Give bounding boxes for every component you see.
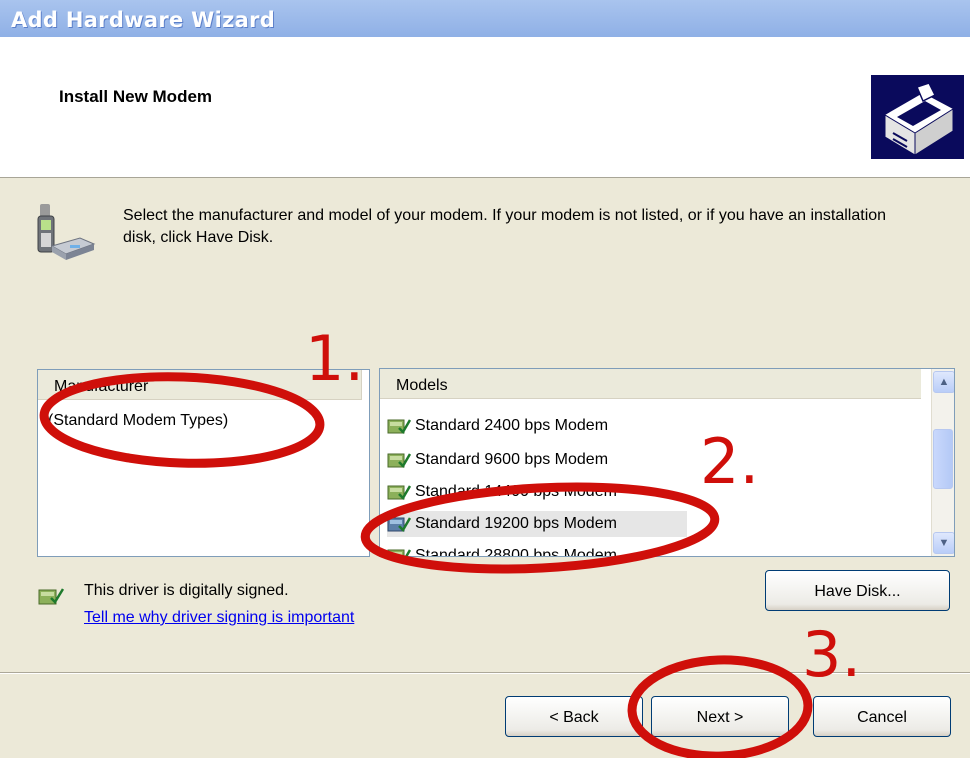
wizard-header: Install New Modem — [0, 37, 970, 178]
instructions-text: Select the manufacturer and model of you… — [123, 207, 887, 246]
manufacturer-item[interactable]: (Standard Modem Types) — [48, 412, 228, 430]
window-title: Add Hardware Wizard — [11, 8, 276, 32]
driver-signing-link[interactable]: Tell me why driver signing is important — [84, 609, 354, 627]
cancel-button[interactable]: Cancel — [813, 696, 951, 737]
manufacturer-list[interactable]: Manufacturer (Standard Modem Types) — [37, 369, 370, 557]
hardware-install-icon — [871, 75, 964, 159]
driver-signed-text: This driver is digitally signed. — [84, 582, 289, 599]
model-label: Standard 9600 bps Modem — [415, 451, 609, 468]
model-label: Standard 28800 bps Modem — [415, 547, 617, 557]
model-item[interactable]: Standard 2400 bps Modem — [387, 413, 687, 439]
signed-driver-icon — [38, 585, 65, 607]
scroll-up-button[interactable]: ▲ — [933, 371, 954, 393]
model-label: Standard 2400 bps Modem — [415, 417, 609, 434]
scroll-thumb[interactable] — [933, 429, 953, 489]
add-hardware-wizard-window: Add Hardware Wizard Install New Modem Se… — [0, 0, 970, 758]
next-button[interactable]: Next > — [651, 696, 789, 737]
model-item[interactable]: Standard 9600 bps Modem — [387, 447, 687, 473]
model-label: Standard 14400 bps Modem — [415, 483, 617, 500]
step-3-annotation: 3. — [802, 618, 862, 691]
signed-driver-icon — [387, 482, 412, 502]
model-item[interactable]: Standard 14400 bps Modem — [387, 479, 687, 505]
back-button[interactable]: < Back — [505, 696, 643, 737]
step-2-annotation: 2. — [700, 425, 760, 498]
models-list[interactable]: Models Standard 2400 bps Modem Standard … — [379, 368, 955, 557]
model-item[interactable]: Standard 28800 bps Modem — [387, 543, 687, 557]
step-1-annotation: 1. — [305, 322, 365, 395]
model-label: Standard 19200 bps Modem — [415, 515, 617, 532]
signed-driver-icon — [387, 514, 412, 534]
modem-phone-icon — [36, 202, 96, 264]
page-title: Install New Modem — [59, 87, 213, 106]
have-disk-button[interactable]: Have Disk... — [765, 570, 950, 611]
signed-driver-icon — [387, 416, 412, 436]
signed-driver-icon — [387, 450, 412, 470]
model-item-selected[interactable]: Standard 19200 bps Modem — [387, 511, 687, 537]
models-scrollbar[interactable]: ▲ ▼ — [931, 369, 954, 556]
title-bar[interactable]: Add Hardware Wizard — [0, 0, 970, 37]
signed-driver-icon — [387, 546, 412, 556]
models-column-header[interactable]: Models — [380, 369, 921, 399]
scroll-down-button[interactable]: ▼ — [933, 532, 954, 554]
